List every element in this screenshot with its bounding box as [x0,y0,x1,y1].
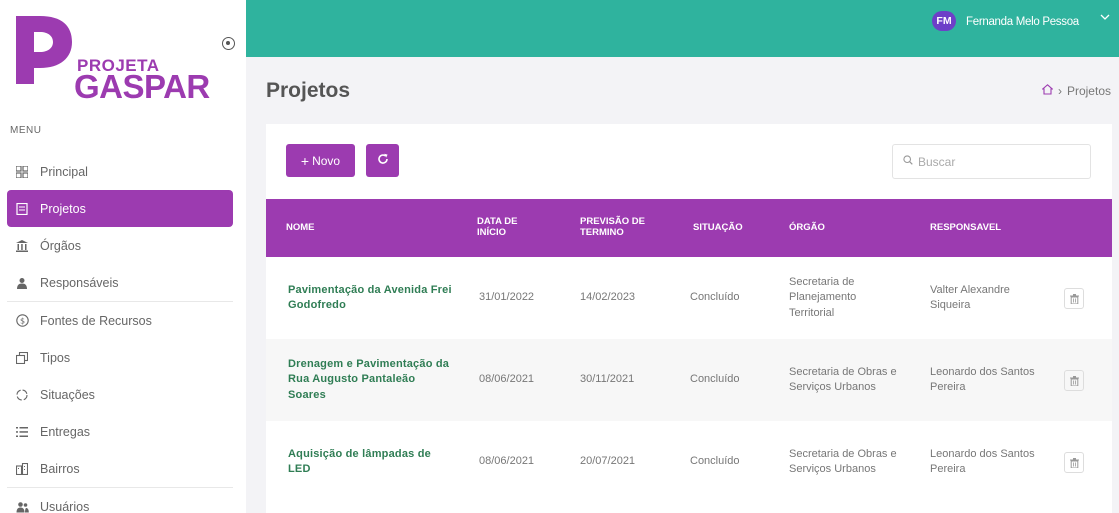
sidebar-item-entregas[interactable]: Entregas [7,413,233,450]
building-icon [15,239,29,253]
trash-icon [1069,293,1079,304]
cell-orgao: Secretaria de Planejamento Territorial [789,275,857,319]
copy-icon [15,351,29,365]
circle-dashed-icon [15,388,29,402]
new-project-button[interactable]: + Novo [286,144,355,177]
cell-data-inicio: 08/06/2021 [479,373,535,386]
topbar [246,0,1119,57]
cell-situacao: Concluído [690,455,740,468]
cell-responsavel: Valter Alexandre Siqueira [930,283,1010,311]
sidebar-item-label: Principal [40,164,88,179]
search-box [892,144,1091,179]
sidebar-item-label: Usuários [40,499,90,513]
search-icon [903,155,913,168]
sidebar-item-label: Responsáveis [40,275,119,290]
refresh-icon [377,152,389,169]
sidebar-item-orgaos[interactable]: Órgãos [7,227,233,264]
city-icon [15,462,29,476]
svg-text:$: $ [19,316,24,325]
sidebar-item-label: Situações [40,387,95,402]
home-icon[interactable] [1041,83,1054,98]
sidebar-item-projetos[interactable]: Projetos [7,190,233,227]
breadcrumb: › Projetos [1041,83,1111,98]
cell-nome[interactable]: Pavimentação da Avenida Frei Godofredo [288,257,453,339]
column-header-situacao[interactable]: SITUAÇÃO [693,199,763,257]
sidebar: PROJETA GASPAR MENU Principal Projetos Ó… [0,0,246,513]
cell-data-inicio: 31/01/2022 [479,291,535,304]
table-row[interactable]: Pavimentação da Avenida Frei Godofredo 3… [266,257,1112,339]
cell-situacao: Concluído [690,291,740,304]
cell-responsavel: Leonardo dos Santos Pereira [930,447,1035,475]
breadcrumb-current: Projetos [1066,83,1111,98]
new-button-label: Novo [312,153,341,168]
table-header: NOME DATA DE INÍCIO PREVISÃO DE TERMINO … [266,199,1112,257]
app-logo[interactable]: PROJETA GASPAR [10,12,210,105]
sidebar-item-label: Bairros [40,461,80,476]
list-icon [15,425,29,439]
cell-data-inicio: 08/06/2021 [479,455,535,468]
cell-previsao: 14/02/2023 [580,291,636,304]
sidebar-item-label: Projetos [40,201,86,216]
sidebar-item-fontes-de-recursos[interactable]: $ Fontes de Recursos [7,302,233,339]
cell-previsao: 20/07/2021 [580,455,636,468]
sidebar-item-responsaveis[interactable]: Responsáveis [7,264,233,301]
delete-button[interactable] [1064,452,1084,473]
chevron-down-icon[interactable] [1100,12,1110,24]
trash-icon [1069,375,1079,386]
logo-text-bottom: GASPAR [74,68,210,105]
plus-icon: + [300,152,310,169]
sidebar-toggle-icon[interactable] [222,37,235,50]
trash-icon [1069,457,1079,468]
sidebar-item-label: Fontes de Recursos [40,313,152,328]
refresh-button[interactable] [366,144,399,177]
dollar-circle-icon: $ [15,314,29,328]
users-icon [15,500,29,513]
column-header-data-inicio[interactable]: DATA DE INÍCIO [477,199,537,257]
sidebar-menu: Principal Projetos Órgãos Responsáveis $ [7,153,233,513]
sidebar-item-label: Tipos [40,350,71,365]
column-header-nome[interactable]: NOME [286,199,396,257]
sidebar-item-situacoes[interactable]: Situações [7,376,233,413]
search-input[interactable] [918,154,1078,169]
column-header-previsao[interactable]: PREVISÃO DE TERMINO [580,199,660,257]
user-avatar[interactable]: FM [932,11,956,31]
cell-situacao: Concluído [690,373,740,386]
delete-button[interactable] [1064,370,1084,391]
user-name[interactable]: Fernanda Melo Pessoa [966,16,1079,28]
column-header-orgao[interactable]: ÓRGÃO [789,199,859,257]
sidebar-item-tipos[interactable]: Tipos [7,339,233,376]
sidebar-item-bairros[interactable]: Bairros [7,450,233,487]
person-icon [15,276,29,290]
cell-previsao: 30/11/2021 [580,373,635,386]
table-row[interactable]: Drenagem e Pavimentação da Rua Augusto P… [266,339,1112,421]
cell-responsavel: Leonardo dos Santos Pereira [930,365,1035,393]
sidebar-item-principal[interactable]: Principal [7,153,233,190]
delete-button[interactable] [1064,288,1084,309]
cell-nome[interactable]: Drenagem e Pavimentação da Rua Augusto P… [288,339,453,421]
logo-p-mark [16,16,72,84]
column-header-responsavel[interactable]: RESPONSAVEL [930,199,1040,257]
menu-title: MENU [10,125,42,136]
grid-icon [15,165,29,179]
projects-card: + Novo NOME DATA DE INÍCIO PREVISÃO DE T… [266,124,1112,513]
page-title: Projetos [266,79,351,102]
cell-orgao: Secretaria de Obras e Serviços Urbanos [789,447,897,475]
sidebar-item-label: Órgãos [40,238,81,253]
cell-nome[interactable]: Aquisição de lâmpadas de LED [288,421,453,503]
table-row[interactable]: Aquisição de lâmpadas de LED 08/06/2021 … [266,421,1112,503]
sidebar-item-usuarios[interactable]: Usuários [7,488,233,513]
breadcrumb-separator: › [1057,83,1062,98]
document-icon [15,202,29,216]
sidebar-item-label: Entregas [40,424,91,439]
cell-orgao: Secretaria de Obras e Serviços Urbanos [789,365,897,393]
